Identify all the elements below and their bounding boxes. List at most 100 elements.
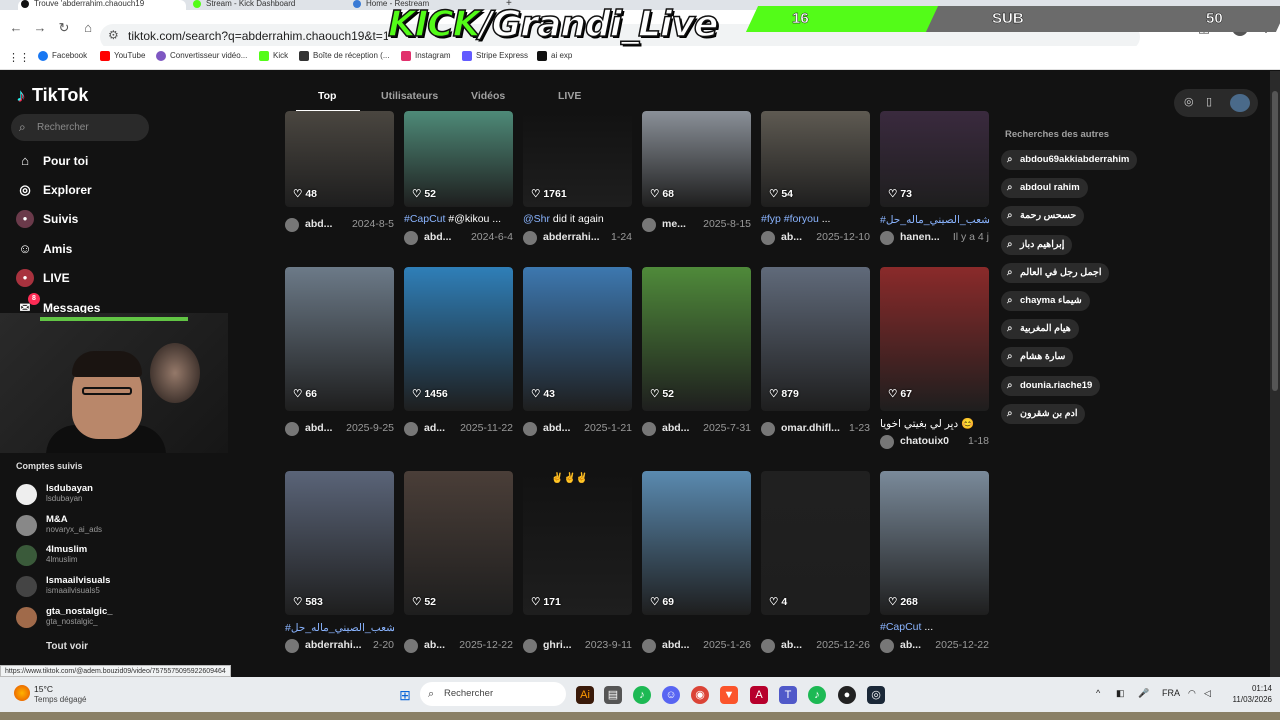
spotify-2-icon[interactable]: ♪	[808, 686, 826, 704]
suggested-search[interactable]: ⌕ abdou69akkiabderrahim	[1001, 150, 1138, 170]
reload-button[interactable]: ↻	[56, 20, 72, 36]
video-meta[interactable]: ab... 2025-12-26	[761, 638, 870, 654]
suggested-search[interactable]: ⌕ حسحس رحمة	[1001, 206, 1085, 227]
video-caption[interactable]: #الشعب_الصيني_ماله_حل😅	[880, 213, 989, 226]
bookmark-facebook[interactable]: Facebook	[38, 51, 87, 61]
video-meta[interactable]: ghri... 2023-9-11	[523, 638, 632, 654]
video-thumbnail[interactable]	[880, 471, 989, 615]
author-name[interactable]: ad...	[424, 422, 445, 434]
video-card[interactable]: ♡ 1456	[404, 267, 513, 411]
video-thumbnail[interactable]	[642, 471, 751, 615]
author-name[interactable]: chatouix0	[900, 435, 949, 447]
author-name[interactable]: me...	[662, 218, 686, 230]
app-download-icon[interactable]: ▯	[1206, 95, 1212, 108]
video-card[interactable]: ♡ 1761	[523, 111, 632, 207]
suggested-search[interactable]: ⌕ abdoul rahim	[1001, 178, 1088, 199]
avatar[interactable]	[404, 231, 418, 245]
hashtag[interactable]: #CapCut	[404, 213, 445, 225]
language-indicator[interactable]: FRA	[1162, 688, 1180, 698]
video-card[interactable]: ♡ 54	[761, 111, 870, 207]
site-info-icon[interactable]: ⚙	[108, 28, 119, 42]
hashtag[interactable]: #CapCut	[880, 621, 921, 633]
avatar[interactable]	[404, 422, 418, 436]
video-card[interactable]: ♡ 73	[880, 111, 989, 207]
author-name[interactable]: ghri...	[543, 639, 572, 651]
suggested-search[interactable]: ⌕ dounia.riache19	[1001, 375, 1101, 396]
video-meta[interactable]: abd... 2025-7-31	[642, 421, 751, 437]
wifi-icon[interactable]: ◠	[1188, 688, 1196, 699]
video-card[interactable]: ♡ 43	[523, 267, 632, 411]
video-meta[interactable]: abderrahi... 1-24	[523, 230, 632, 246]
tiktok-logo[interactable]: ♪ TikTok	[16, 85, 88, 106]
tab-utilisateurs[interactable]: Utilisateurs	[381, 90, 438, 102]
author-name[interactable]: abd...	[305, 422, 332, 434]
video-meta[interactable]: ad... 2025-11-22	[404, 421, 513, 437]
video-meta[interactable]: abderrahi... 2-20	[285, 638, 394, 654]
video-meta[interactable]: abd... 2024-6-4	[404, 230, 513, 246]
teams-icon[interactable]: T	[779, 686, 797, 704]
avatar[interactable]	[285, 639, 299, 653]
suggested-search[interactable]: ⌕ هيام المغربية	[1001, 319, 1079, 340]
avatar[interactable]	[642, 639, 656, 653]
hashtag[interactable]: #الشعب_الصيني_ماله_حل	[880, 214, 989, 226]
video-meta[interactable]: ab... 2025-12-10	[761, 230, 870, 246]
suggested-search[interactable]: ⌕ إبراهيم دباز	[1001, 234, 1073, 255]
tab-videos[interactable]: Vidéos	[471, 90, 505, 102]
video-meta[interactable]: abd... 2024-8-5	[285, 217, 394, 233]
video-caption[interactable]: #CapCut #@kikou ...	[404, 213, 513, 225]
browser-tab-kick[interactable]: Stream - Kick Dashboard	[190, 0, 340, 10]
video-thumbnail[interactable]	[285, 471, 394, 615]
video-card[interactable]: ♡ 68	[642, 111, 751, 207]
video-meta[interactable]: ab... 2025-12-22	[404, 638, 513, 654]
bookmark-youtube[interactable]: YouTube	[100, 51, 145, 61]
video-meta[interactable]: abd... 2025-9-25	[285, 421, 394, 437]
avatar[interactable]	[880, 231, 894, 245]
avatar[interactable]	[880, 639, 894, 653]
windows-start-icon[interactable]: ⊞	[396, 686, 414, 704]
microphone-icon[interactable]: 🎤	[1138, 688, 1149, 699]
video-card[interactable]: ♡ 52	[642, 267, 751, 411]
video-card[interactable]: ♡ 4	[761, 471, 870, 615]
tray-app-icon[interactable]: ◧	[1116, 688, 1125, 699]
suggested-search[interactable]: ⌕ chayma شيماء	[1001, 291, 1090, 311]
nav-amis[interactable]: ☺ Amis	[16, 238, 72, 260]
tab-top[interactable]: Top	[318, 90, 336, 102]
video-card[interactable]: ♡ 48	[285, 111, 394, 207]
video-caption[interactable]: @Shr did it again	[523, 213, 632, 225]
coins-icon[interactable]: ◎	[1184, 95, 1194, 108]
hashtag[interactable]: #الشعب_الصيني_ماله_حل	[285, 622, 394, 634]
author-name[interactable]: hanen...	[900, 231, 940, 243]
bookmark-convertisseur[interactable]: Convertisseur vidéo...	[156, 51, 247, 61]
video-meta[interactable]: hanen... Il y a 4 j	[880, 230, 989, 246]
avatar[interactable]	[642, 218, 656, 232]
author-name[interactable]: abd...	[305, 218, 332, 230]
author-name[interactable]: abderrahi...	[305, 639, 362, 651]
video-card[interactable]: ♡ 67	[880, 267, 989, 411]
steam-icon[interactable]: ◎	[867, 686, 885, 704]
tray-chevron-icon[interactable]: ^	[1096, 688, 1100, 698]
hashtag[interactable]: #fyp #foryou	[761, 213, 819, 225]
clock[interactable]: 01:14 11/03/2026	[1222, 683, 1272, 705]
file-explorer-icon[interactable]: ▤	[604, 686, 622, 704]
chrome-icon[interactable]: ◉	[691, 686, 709, 704]
nav-suivis[interactable]: ● Suivis	[16, 208, 78, 230]
acrobat-icon[interactable]: A	[750, 686, 768, 704]
video-card[interactable]: ♡ 879	[761, 267, 870, 411]
video-meta[interactable]: me... 2025-8-15	[642, 217, 751, 233]
volume-icon[interactable]: ◁	[1204, 688, 1211, 699]
author-name[interactable]: abd...	[543, 422, 570, 434]
avatar[interactable]	[642, 422, 656, 436]
avatar[interactable]	[285, 422, 299, 436]
avatar[interactable]	[523, 422, 537, 436]
spotify-icon[interactable]: ♪	[633, 686, 651, 704]
video-card[interactable]: ♡ 66	[285, 267, 394, 411]
video-card[interactable]: ♡ 268	[880, 471, 989, 615]
video-card[interactable]: ♡ 52	[404, 471, 513, 615]
author-name[interactable]: ab...	[781, 639, 802, 651]
back-button[interactable]: ←	[8, 20, 24, 36]
author-name[interactable]: abd...	[424, 231, 451, 243]
brave-icon[interactable]: ▼	[720, 686, 738, 704]
video-card[interactable]: ♡ 69	[642, 471, 751, 615]
video-meta[interactable]: omar.dhifl... 1-23	[761, 421, 870, 437]
video-caption[interactable]: #fyp #foryou ...	[761, 213, 870, 225]
